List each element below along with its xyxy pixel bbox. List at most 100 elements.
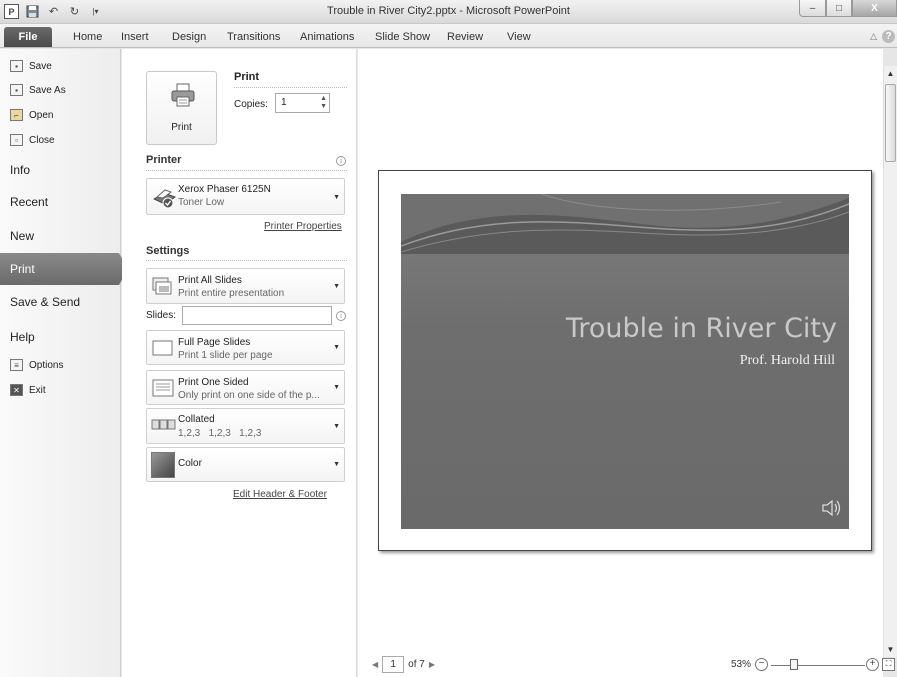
page-navigator: ◀ 1 of 7 ▶ [372,656,435,673]
fit-to-window-icon[interactable]: ⛶ [882,658,895,671]
printer-section-title: Printer [146,154,182,166]
ribbon-tabs: File Home Insert Design Transitions Anim… [0,24,897,48]
window-title: Trouble in River City2.pptx - Microsoft … [327,5,570,17]
tab-review[interactable]: Review [447,31,483,43]
printer-status-icon [152,189,177,209]
printer-properties-link[interactable]: Printer Properties [264,221,342,232]
nav-print[interactable]: Print [0,253,128,285]
window-controls: – □ X [799,0,897,17]
scroll-up-icon[interactable]: ▲ [884,66,897,81]
edit-header-footer-link[interactable]: Edit Header & Footer [233,489,327,500]
nav-new[interactable]: New [10,229,34,243]
settings-divider [146,260,347,261]
current-page-input[interactable]: 1 [382,656,405,673]
zoom-slider-thumb[interactable] [790,659,798,670]
print-range-dropdown[interactable]: Print All Slides Print entire presentati… [146,268,345,304]
tab-design[interactable]: Design [172,31,206,43]
nav-exit-label: Exit [29,384,46,396]
collation-dropdown[interactable]: Collated 1,2,3 1,2,3 1,2,3 ▼ [146,408,345,444]
tab-insert[interactable]: Insert [121,31,149,43]
backstage-nav: ▪ Save ▪ Save As ⌐ Open ▫ Close Info Rec… [0,49,128,677]
zoom-level[interactable]: 53% [731,659,751,670]
collation-title: Collated [178,414,215,425]
page-total: of 7 [408,659,425,670]
nav-help[interactable]: Help [10,330,35,344]
preview-scrollbar[interactable]: ▲ ▼ [883,66,897,657]
nav-options-label: Options [29,359,64,371]
minimize-ribbon-icon[interactable]: △ [870,31,877,42]
copies-input[interactable]: 1 ▲ ▼ [275,93,330,113]
nav-exit[interactable]: ✕ Exit [10,384,46,396]
chevron-down-icon: ▼ [333,344,340,351]
sides-desc: Only print on one side of the p... [178,390,320,401]
printer-name: Xerox Phaser 6125N [178,184,271,195]
nav-options[interactable]: ≡ Options [10,359,63,371]
layout-dropdown[interactable]: Full Page Slides Print 1 slide per page … [146,330,345,365]
scroll-down-icon[interactable]: ▼ [884,642,897,657]
previous-page-icon[interactable]: ◀ [372,660,378,669]
copies-value: 1 [281,97,287,108]
title-bar: P ↶ ↻ |▾ Trouble in River City2.pptx - M… [0,0,897,24]
maximize-button[interactable]: □ [826,0,852,17]
info-icon[interactable]: i [336,156,346,166]
slides-label: Slides: [146,310,177,321]
nav-info[interactable]: Info [10,163,30,177]
color-dropdown[interactable]: Color ▼ [146,447,345,482]
zoom-out-icon[interactable]: − [755,658,768,671]
collated-icon [151,419,176,430]
tab-slide-show[interactable]: Slide Show [375,31,430,43]
print-preview: Trouble in River City Prof. Harold Hill [358,49,883,677]
tab-home[interactable]: Home [73,31,102,43]
preview-page: Trouble in River City Prof. Harold Hill [378,170,872,551]
nav-open[interactable]: ⌐ Open [10,109,53,121]
copies-spinner[interactable]: ▲ ▼ [320,95,327,111]
scroll-thumb[interactable] [885,84,896,162]
tab-animations[interactable]: Animations [300,31,354,43]
print-heading-divider [234,87,347,88]
options-icon: ≡ [10,359,23,371]
slides-input[interactable] [182,306,332,325]
nav-close-label: Close [29,134,55,146]
settings-section-title: Settings [146,245,190,257]
nav-save-as[interactable]: ▪ Save As [10,84,66,96]
collation-desc: 1,2,3 1,2,3 1,2,3 [178,428,262,439]
speaker-icon [822,499,841,517]
printer-dropdown[interactable]: Xerox Phaser 6125N Toner Low ▼ [146,178,345,215]
nav-close[interactable]: ▫ Close [10,134,55,146]
slide-subtitle: Prof. Harold Hill [739,353,835,368]
printer-divider [146,170,347,171]
layout-title: Full Page Slides [178,337,251,348]
nav-recent[interactable]: Recent [10,195,48,209]
tab-view[interactable]: View [507,31,531,43]
nav-save-and-send[interactable]: Save & Send [10,295,80,309]
close-file-icon: ▫ [10,134,23,146]
print-heading: Print [234,71,260,83]
slide-preview: Trouble in River City Prof. Harold Hill [401,194,849,529]
chevron-down-icon: ▼ [333,194,340,201]
print-button[interactable]: Print [146,71,217,145]
next-page-icon[interactable]: ▶ [429,660,435,669]
close-button[interactable]: X [852,0,897,17]
layout-desc: Print 1 slide per page [178,350,273,361]
help-icon[interactable]: ? [882,30,895,43]
save-as-icon: ▪ [10,84,23,96]
full-page-slide-icon [152,340,173,356]
chevron-down-icon: ▼ [333,283,340,290]
nav-save[interactable]: ▪ Save [10,60,52,72]
nav-save-as-label: Save As [29,84,66,96]
chevron-down-icon: ▼ [333,423,340,430]
open-folder-icon: ⌐ [10,109,23,121]
minimize-button[interactable]: – [799,0,826,17]
tab-file[interactable]: File [4,27,52,47]
sides-dropdown[interactable]: Print One Sided Only print on one side o… [146,370,345,405]
slide-title: Trouble in River City [565,313,837,344]
tab-transitions[interactable]: Transitions [227,31,280,43]
print-settings-panel: Print Print Copies: 1 ▲ ▼ Printer i Xerox… [122,49,357,677]
print-range-title: Print All Slides [178,275,242,286]
zoom-slider-track[interactable] [771,665,865,666]
nav-open-label: Open [29,109,54,121]
zoom-in-icon[interactable]: + [866,658,879,671]
nav-save-label: Save [29,60,52,72]
info-icon[interactable]: i [336,311,346,321]
chevron-down-icon: ▼ [333,461,340,468]
